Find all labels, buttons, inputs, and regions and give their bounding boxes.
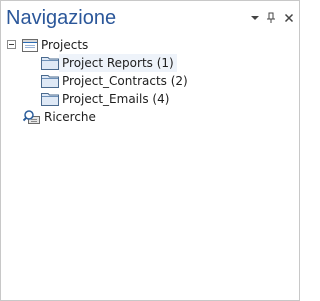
navigation-pane: Navigazione Projects Project Reports (1)… <box>0 0 300 301</box>
tree-item-label: Project Reports (1) <box>59 54 177 72</box>
dropdown-arrow-icon[interactable] <box>248 11 262 25</box>
pane-header: Navigazione <box>1 1 299 35</box>
folder-icon <box>41 56 59 70</box>
collapse-toggle-projects[interactable] <box>7 40 16 49</box>
tree-item-project-reports[interactable]: Project Reports (1) <box>41 54 177 72</box>
folder-icon <box>41 74 59 88</box>
folder-icon <box>41 92 59 106</box>
tree-item-project-emails[interactable]: Project_Emails (4) <box>41 90 172 108</box>
tree-item-label: Project_Emails (4) <box>62 92 170 106</box>
tree-item-label: Project_Contracts (2) <box>62 74 188 88</box>
tree-item-projects[interactable]: Projects <box>22 36 91 54</box>
pane-title: Navigazione <box>6 7 117 29</box>
pin-icon[interactable] <box>264 11 278 25</box>
tree-item-ricerche[interactable]: Ricerche <box>22 108 99 126</box>
tree-item-label: Ricerche <box>44 110 96 124</box>
tree-item-project-contracts[interactable]: Project_Contracts (2) <box>41 72 191 90</box>
search-folder-icon <box>22 109 41 125</box>
project-folder-icon <box>22 38 38 52</box>
close-icon[interactable] <box>282 11 296 25</box>
tree-item-label: Projects <box>41 38 89 52</box>
